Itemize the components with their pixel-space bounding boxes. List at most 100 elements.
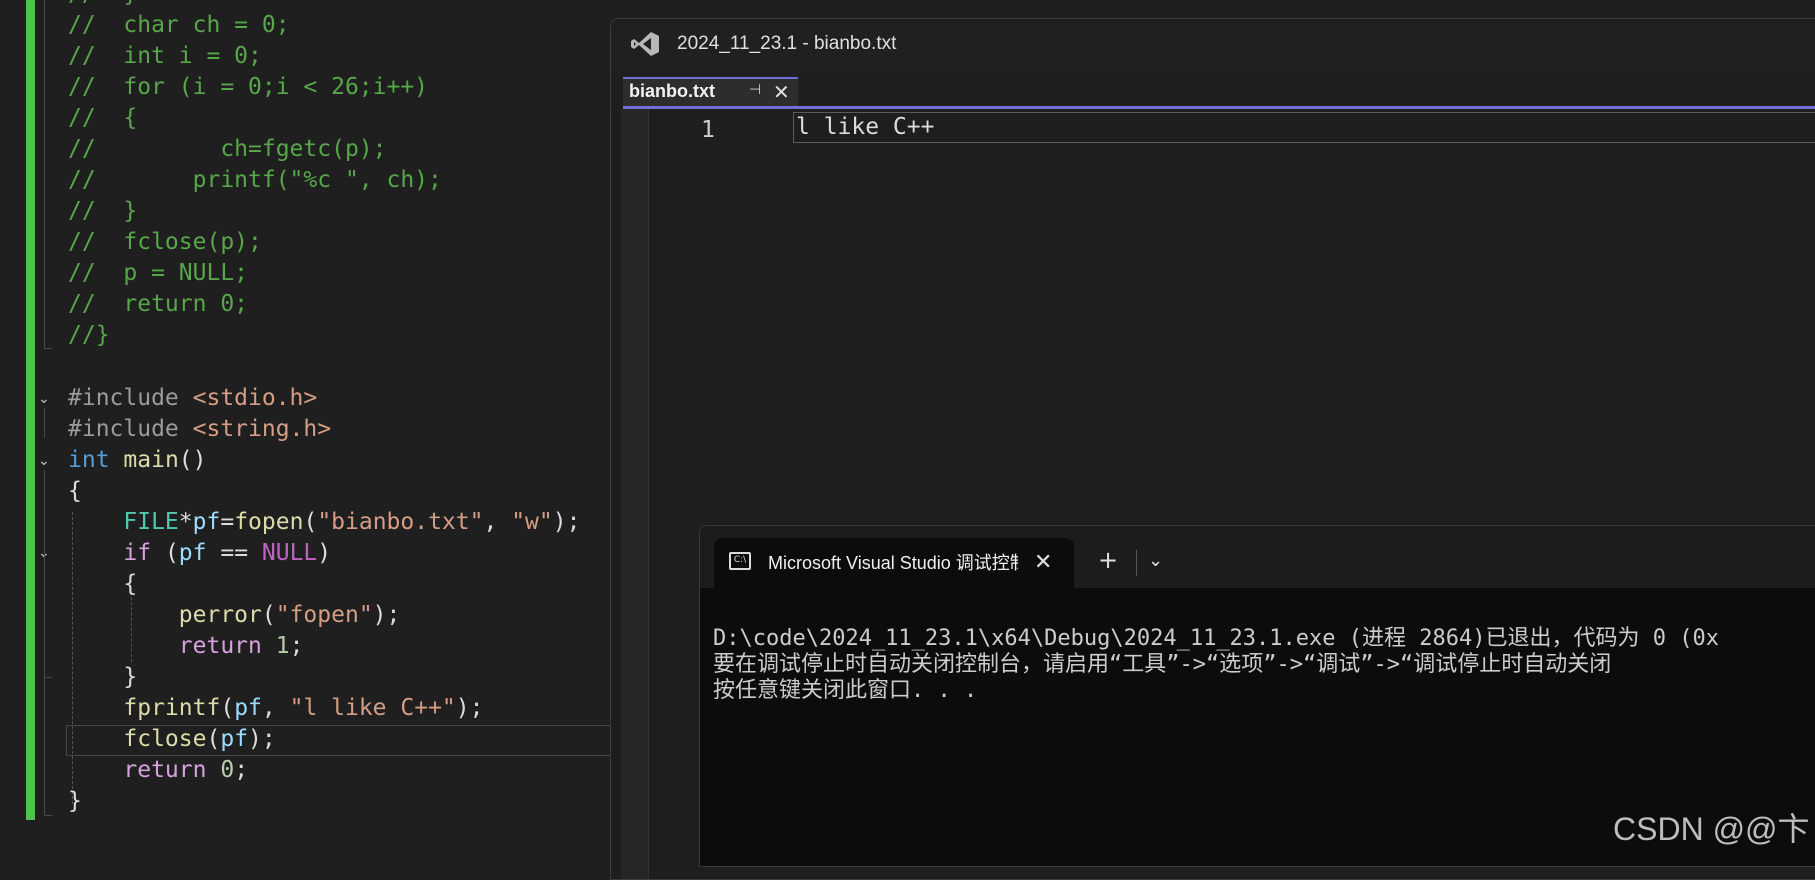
- code-line[interactable]: FILE*pf=fopen("bianbo.txt", "w");: [68, 507, 580, 538]
- console-tab[interactable]: C:\ Microsoft Visual Studio 调试控制台 ✕: [714, 538, 1074, 588]
- code-line[interactable]: }: [68, 662, 137, 693]
- code-token: );: [552, 509, 581, 535]
- code-token: 1: [275, 633, 290, 659]
- code-line[interactable]: // return 0;: [68, 289, 248, 320]
- console-output-line: 要在调试停止时自动关闭控制台，请启用“工具”->“选项”->“调试”->“调试停…: [713, 652, 1612, 677]
- code-line[interactable]: }: [68, 786, 82, 817]
- outline-guide: [44, 408, 45, 438]
- code-line[interactable]: fclose(pf);: [68, 724, 275, 755]
- code-token: "w": [511, 509, 553, 535]
- code-token: fclose: [123, 726, 207, 752]
- chevron-down-icon[interactable]: ⌄: [1148, 550, 1163, 571]
- code-line[interactable]: // for (i = 0;i < 26;i++): [68, 72, 428, 103]
- code-token: ;: [234, 757, 249, 783]
- code-line[interactable]: // printf("%c ", ch);: [68, 165, 442, 196]
- code-line[interactable]: return 1;: [68, 631, 304, 662]
- code-line[interactable]: // ch=fgetc(p);: [68, 134, 387, 165]
- code-token: pf: [234, 695, 262, 721]
- code-token: FILE: [123, 509, 179, 535]
- code-line[interactable]: // char ch = 0;: [68, 10, 290, 41]
- new-tab-button[interactable]: +: [1098, 546, 1118, 574]
- code-token: ,: [261, 695, 290, 721]
- visual-studio-logo-icon: [631, 32, 659, 56]
- pin-icon[interactable]: ⊣: [749, 82, 761, 98]
- console-tab-title: Microsoft Visual Studio 调试控制台: [768, 553, 1018, 573]
- code-line[interactable]: fprintf(pf, "l like C++");: [68, 693, 483, 724]
- window-title: 2024_11_23.1 - bianbo.txt: [677, 33, 897, 54]
- console-titlebar[interactable]: C:\ Microsoft Visual Studio 调试控制台 ✕ + ⌄: [700, 526, 1815, 588]
- code-line[interactable]: #include <stdio.h>: [68, 383, 317, 414]
- code-token: );: [455, 695, 484, 721]
- divider: [1136, 550, 1137, 576]
- tab-label: bianbo.txt: [629, 81, 715, 101]
- code-line[interactable]: // fclose(p);: [68, 227, 262, 258]
- code-token: #include: [68, 385, 193, 411]
- code-editor[interactable]: ⌄ ⌄ ⌄ // } // char ch = 0; // int i = 0;…: [0, 0, 612, 858]
- code-token: (): [178, 447, 207, 473]
- code-line[interactable]: // {: [68, 103, 137, 134]
- code-line[interactable]: // p = NULL;: [68, 258, 248, 289]
- code-line[interactable]: if (pf == NULL): [68, 538, 331, 569]
- code-line[interactable]: // }: [68, 196, 137, 227]
- outline-guide: [44, 562, 45, 677]
- watermark: CSDN @@卞: [1613, 811, 1810, 847]
- current-line-highlight: [793, 112, 1815, 143]
- close-icon[interactable]: ✕: [773, 80, 790, 104]
- console-output-line: 按任意键关闭此窗口. . .: [713, 678, 978, 703]
- fold-chevron-icon[interactable]: ⌄: [38, 454, 52, 468]
- code-token: =: [220, 509, 235, 535]
- code-token: //}: [68, 322, 110, 348]
- fold-chevron-icon[interactable]: ⌄: [38, 392, 52, 406]
- code-token: );: [372, 602, 401, 628]
- code-line[interactable]: //}: [68, 320, 110, 351]
- code-token: ): [317, 540, 332, 566]
- code-token: // ch=fgetc(p);: [68, 136, 387, 162]
- code-token: #include: [68, 416, 193, 442]
- code-token: return: [178, 633, 262, 659]
- code-token: "l like C++": [289, 695, 456, 721]
- code-token: // int i = 0;: [68, 43, 262, 69]
- code-line[interactable]: // int i = 0;: [68, 41, 262, 72]
- code-token: fprintf: [123, 695, 221, 721]
- line-number: 1: [701, 117, 715, 143]
- code-token: {: [68, 478, 82, 504]
- code-token: ;: [289, 633, 304, 659]
- close-icon[interactable]: ✕: [1034, 550, 1052, 575]
- code-token: 0: [220, 757, 235, 783]
- code-line[interactable]: {: [68, 569, 137, 600]
- code-token: "fopen": [275, 602, 373, 628]
- code-token: (: [303, 509, 318, 535]
- code-token: <stdio.h>: [192, 385, 318, 411]
- document-text-line[interactable]: l like C++: [796, 113, 934, 142]
- code-token: // p = NULL;: [68, 260, 249, 286]
- code-line[interactable]: {: [68, 476, 82, 507]
- code-token: // fclose(p);: [68, 229, 262, 255]
- code-token: (: [206, 726, 221, 752]
- fold-chevron-icon[interactable]: ⌄: [38, 546, 52, 560]
- tab-bianbo-txt[interactable]: bianbo.txt ⊣ ✕: [623, 77, 798, 107]
- code-token: // }: [68, 0, 137, 7]
- code-line[interactable]: perror("fopen");: [68, 600, 401, 631]
- code-line[interactable]: return 0;: [68, 755, 248, 786]
- change-tracking-bar: [26, 0, 35, 820]
- code-line[interactable]: // }: [68, 0, 137, 10]
- code-line[interactable]: int main(): [68, 445, 207, 476]
- code-line[interactable]: #include <string.h>: [68, 414, 331, 445]
- code-token: pf: [178, 540, 207, 566]
- terminal-icon: C:\: [729, 552, 751, 570]
- code-token: return: [123, 757, 207, 783]
- outline-guide-end: [44, 348, 52, 349]
- window-titlebar[interactable]: 2024_11_23.1 - bianbo.txt: [611, 19, 1815, 69]
- code-token: }: [68, 664, 138, 690]
- code-token: // printf("%c ", ch);: [68, 167, 442, 193]
